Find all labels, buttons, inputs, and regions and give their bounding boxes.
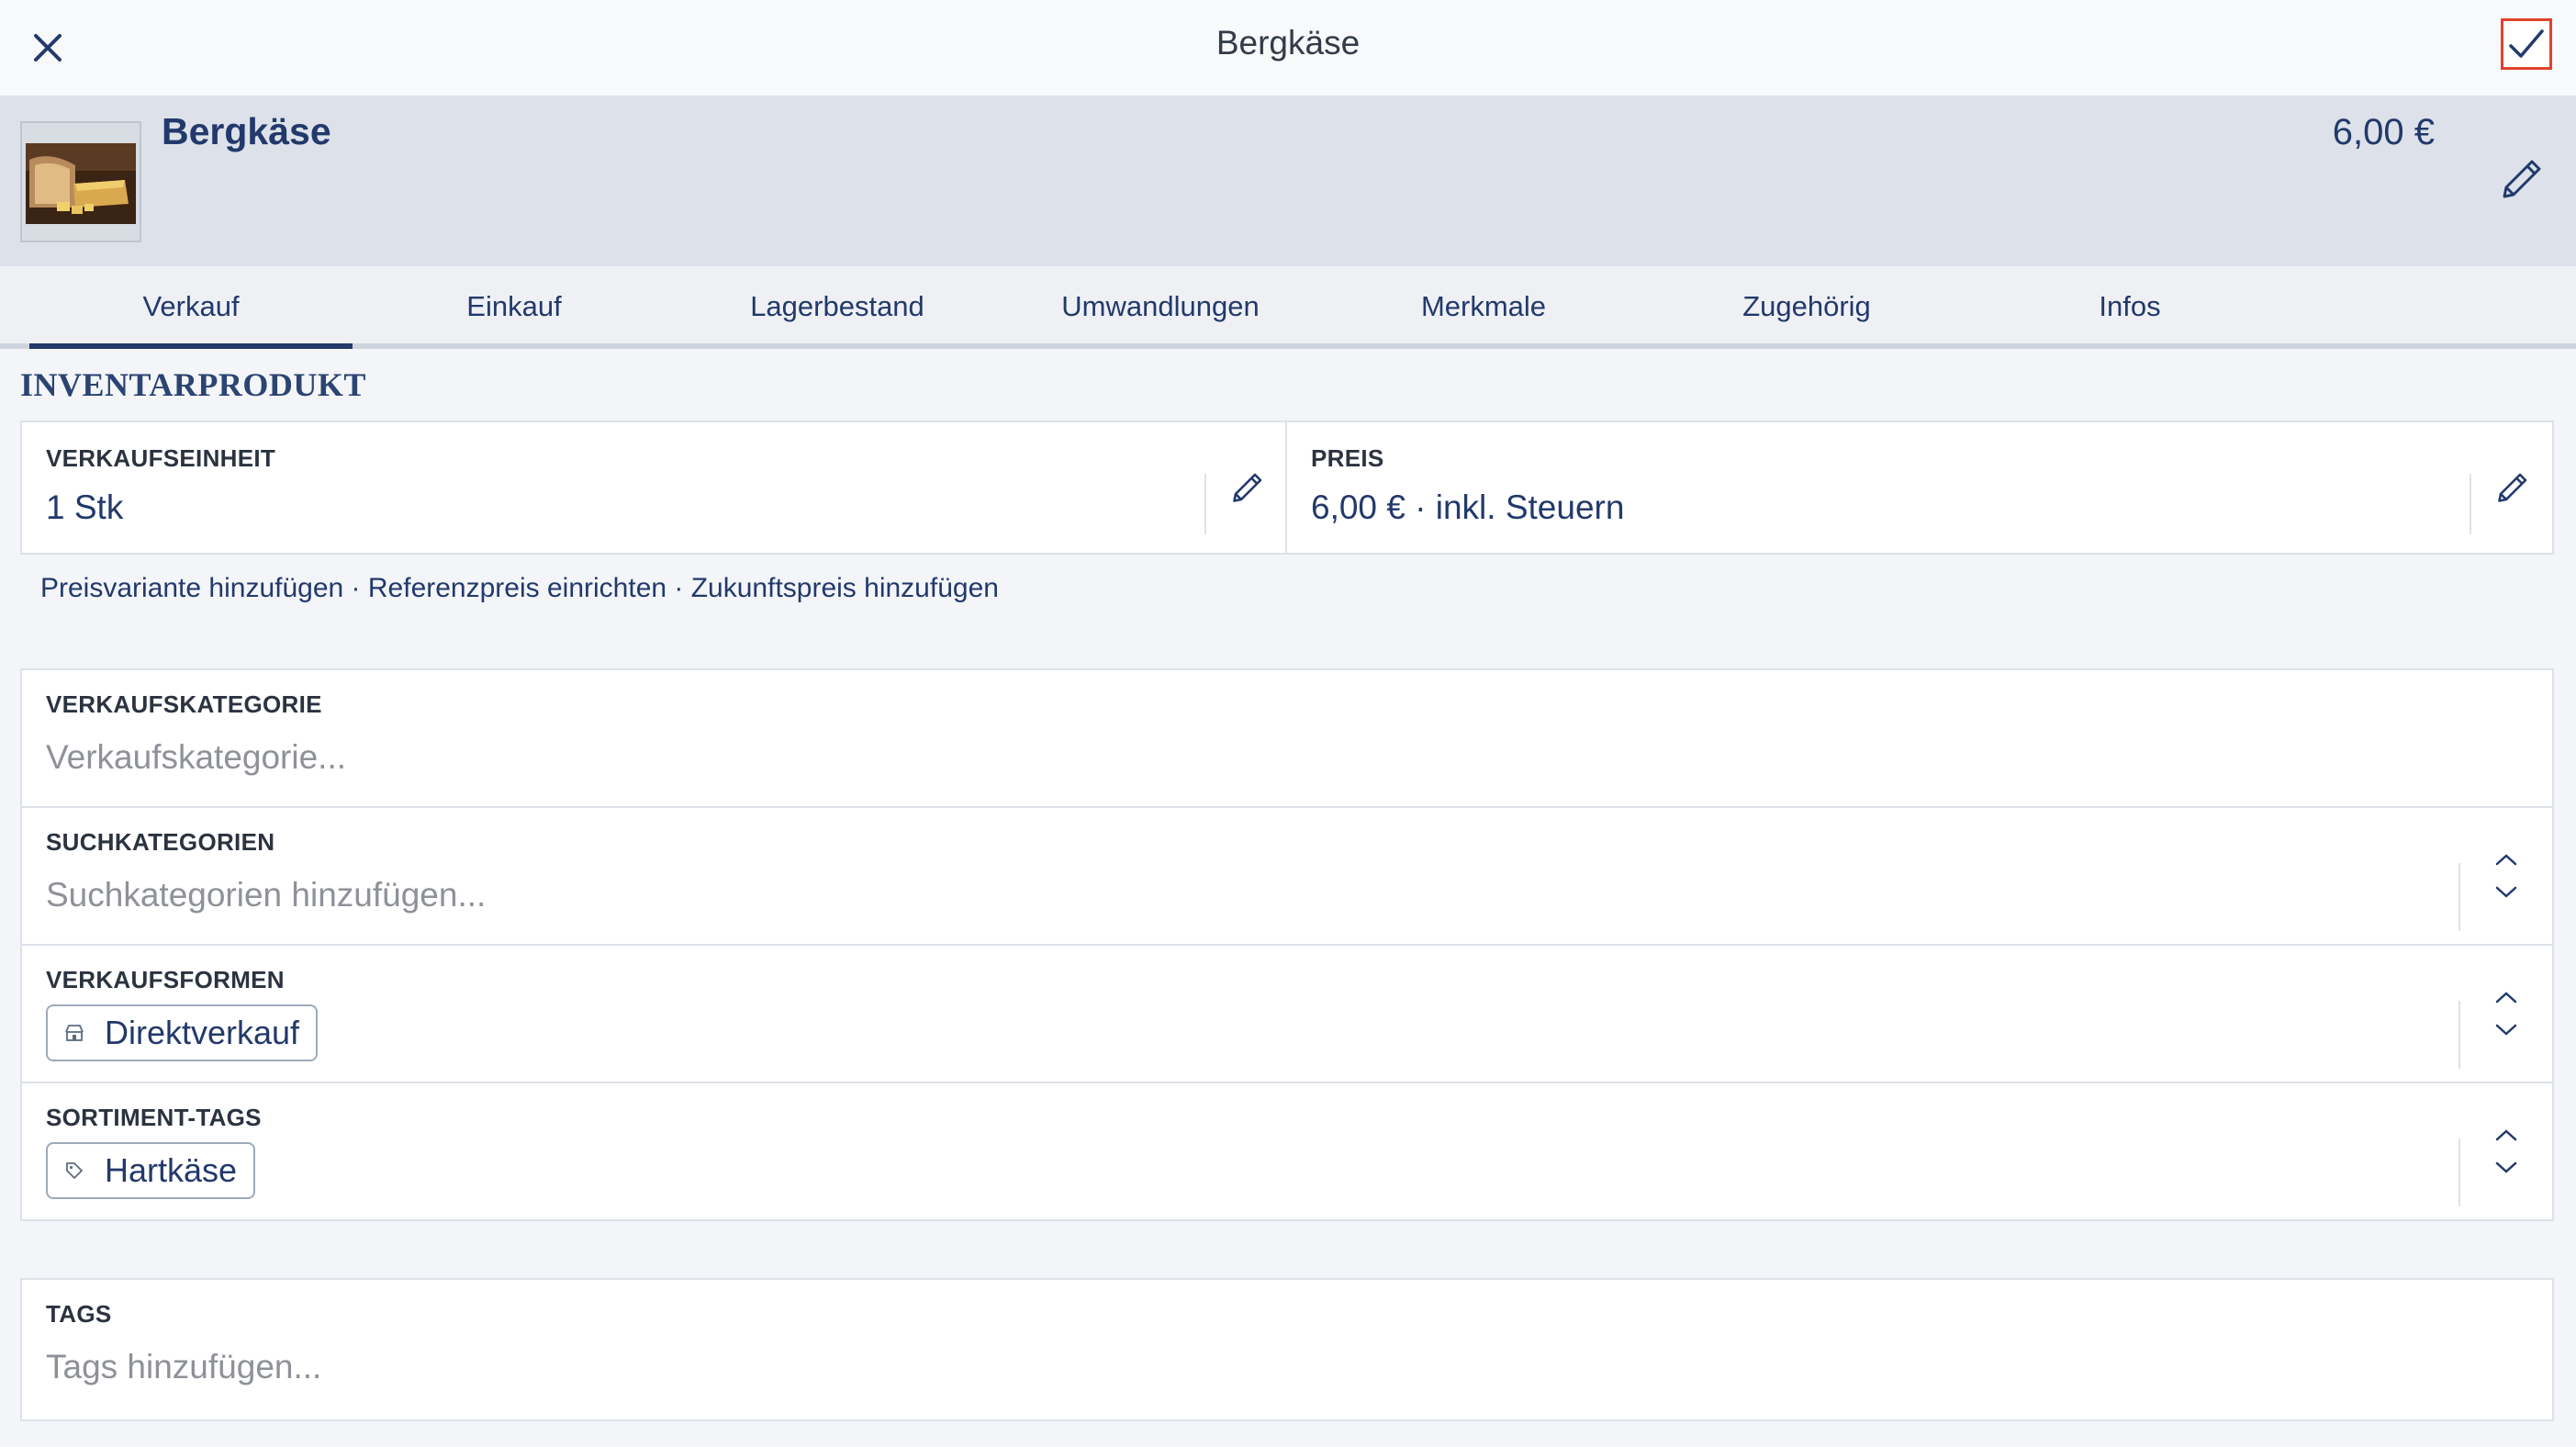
sales-category-input[interactable]: Verkaufskategorie... [46,738,346,777]
product-thumbnail[interactable] [20,121,141,242]
search-categories-row[interactable]: SUCHKATEGORIEN Suchkategorien hinzufügen… [20,806,2554,946]
assortment-tags-label: SORTIMENT-TAGS [46,1104,262,1131]
price-links: Preisvariante hinzufügen · Referenzpreis… [40,573,999,604]
tag-icon [66,1162,83,1179]
sales-form-chip[interactable]: Direktverkauf [46,1004,319,1061]
expand-toggle[interactable] [2460,946,2552,1082]
tab-infos[interactable]: Infos [1968,290,2291,343]
checkmark-icon [2509,29,2544,58]
assortment-tag-chip[interactable]: Hartkäse [46,1142,256,1199]
tags-input[interactable]: Tags hinzufügen... [46,1348,321,1386]
divider [2470,474,2471,534]
sales-unit-card: VERKAUFSEINHEIT 1 Stk [20,421,1287,555]
price-value[interactable]: 6,00 € · inkl. Steuern [1311,488,1624,527]
tab-verkauf[interactable]: Verkauf [29,290,353,349]
chevron-up-down-icon [2495,1129,2517,1173]
sales-unit-value[interactable]: 1 Stk [46,488,123,527]
expand-toggle[interactable] [2460,808,2552,944]
window-title: Bergkäse [1215,24,1361,62]
search-categories-label: SUCHKATEGORIEN [46,828,275,856]
sales-category-label: VERKAUFSKATEGORIE [46,690,322,718]
tab-merkmale[interactable]: Merkmale [1322,290,1645,343]
confirm-button[interactable] [2501,18,2552,70]
assortment-tags-row[interactable]: SORTIMENT-TAGS Hartkäse [20,1082,2554,1221]
tab-einkauf[interactable]: Einkauf [353,290,676,343]
link-separator: · [666,573,691,603]
edit-sales-unit-button[interactable] [1219,461,1274,516]
pencil-icon [2498,473,2527,502]
sales-category-row[interactable]: VERKAUFSKATEGORIE Verkaufskategorie... [20,668,2554,808]
sales-forms-label: VERKAUFSFORMEN [46,966,285,993]
price-label: PREIS [1311,444,1384,472]
sales-forms-row[interactable]: VERKAUFSFORMEN Direktverkauf [20,944,2554,1083]
product-header: Bergkäse 6,00 € [0,95,2576,267]
pencil-icon [1233,473,1262,502]
tab-lagerbestand[interactable]: Lagerbestand [676,290,999,343]
add-price-variant-link[interactable]: Preisvariante hinzufügen [40,573,343,603]
divider [1204,474,1206,534]
sales-form-chip-label: Direktverkauf [105,1014,300,1051]
assortment-tag-chip-label: Hartkäse [105,1151,238,1189]
pencil-icon [2503,160,2541,198]
tab-umwandlungen[interactable]: Umwandlungen [999,290,1322,343]
chevron-up-down-icon [2495,992,2517,1036]
link-separator: · [343,573,368,603]
product-name: Bergkäse [162,110,331,152]
search-categories-input[interactable]: Suchkategorien hinzufügen... [46,876,486,914]
cheese-photo-icon [22,123,140,241]
chevron-up-down-icon [2495,854,2517,898]
tags-row[interactable]: TAGS Tags hinzufügen... [20,1278,2554,1421]
tab-zugehoerig[interactable]: Zugehörig [1645,290,1968,343]
shop-icon [65,1025,84,1041]
future-price-link[interactable]: Zukunftspreis hinzufügen [691,573,999,603]
section-title: INVENTARPRODUKT [20,366,366,403]
tags-label: TAGS [46,1300,112,1328]
reference-price-link[interactable]: Referenzpreis einrichten [368,573,666,603]
sales-unit-label: VERKAUFSEINHEIT [46,444,276,472]
edit-price-button[interactable] [2484,461,2539,516]
top-bar: Bergkäse [0,0,2576,96]
price-card: PREIS 6,00 € · inkl. Steuern [1285,421,2554,555]
expand-toggle[interactable] [2460,1083,2552,1219]
product-price: 6,00 € [2332,112,2435,152]
tab-bar: Verkauf Einkauf Lagerbestand Umwandlunge… [0,266,2576,349]
edit-product-button[interactable] [2492,151,2550,209]
